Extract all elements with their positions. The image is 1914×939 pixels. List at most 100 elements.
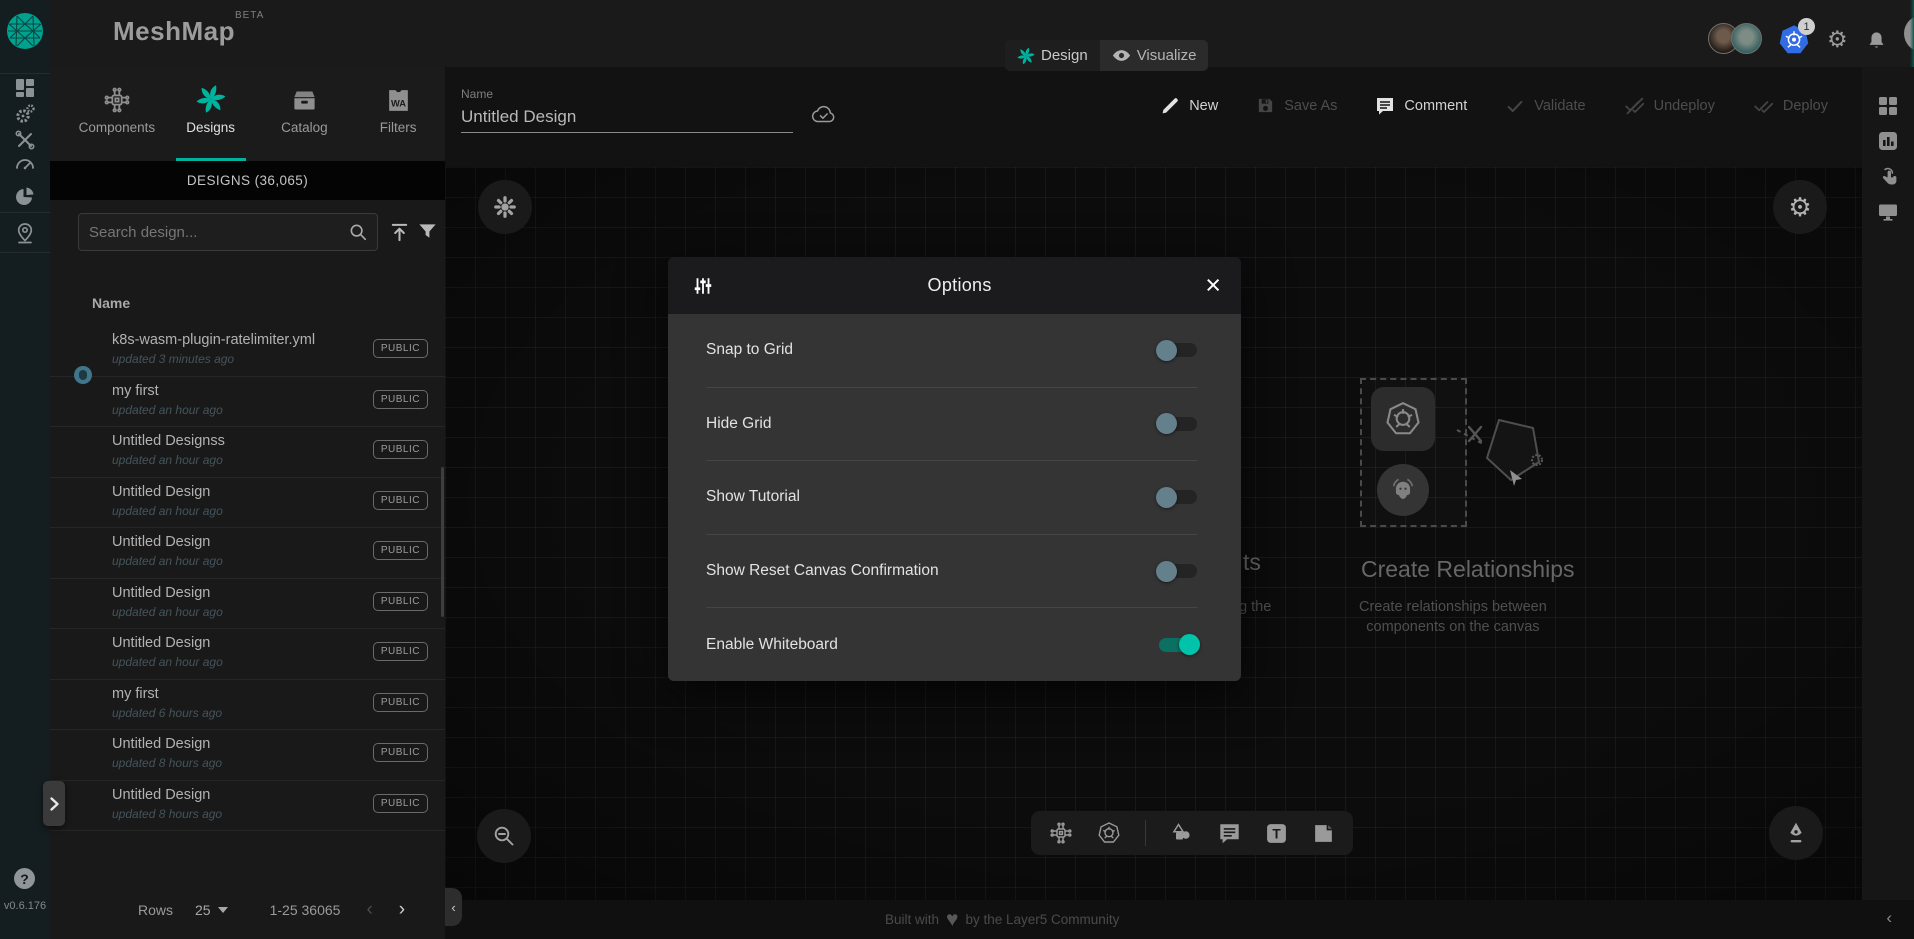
import-upload-icon[interactable] — [388, 221, 411, 244]
visibility-badge: PUBLIC — [373, 592, 428, 611]
configuration-tools-icon[interactable] — [14, 129, 36, 151]
layer5-logo-icon[interactable] — [6, 12, 44, 50]
rail-divider — [0, 252, 50, 253]
next-page-button[interactable]: › — [399, 899, 405, 921]
display-panel-icon[interactable] — [1877, 201, 1899, 223]
validate-button[interactable]: Validate — [1505, 96, 1585, 116]
notifications-bell-icon[interactable] — [1866, 30, 1887, 52]
design-row[interactable]: Untitled Designupdated an hour agoPUBLIC — [50, 629, 445, 680]
text-tool-icon[interactable]: T — [1265, 822, 1288, 845]
kubernetes-tool-icon[interactable] — [1097, 821, 1121, 845]
save-as-button[interactable]: Save As — [1256, 96, 1337, 115]
pagination-bar: Rows 25 1-25 36065 ‹ › — [50, 890, 445, 930]
tab-filters[interactable]: WA Filters — [351, 67, 445, 161]
expand-panel-chevron-button[interactable] — [43, 781, 65, 826]
filter-funnel-icon[interactable] — [417, 221, 438, 242]
touch-interaction-icon[interactable] — [1877, 166, 1899, 188]
design-name: Untitled Design — [112, 635, 210, 651]
search-box — [78, 213, 378, 251]
shapes-tool-icon[interactable] — [1170, 821, 1194, 845]
option-label: Show Reset Canvas Confirmation — [706, 562, 939, 580]
help-icon[interactable]: ? — [14, 868, 35, 889]
collaborator-avatars[interactable] — [1708, 23, 1762, 54]
visibility-badge: PUBLIC — [373, 440, 428, 459]
footer-collapse-left-chevron[interactable]: ‹ — [445, 888, 462, 926]
widgets-icon[interactable] — [1877, 95, 1899, 117]
media-tool-icon[interactable] — [1312, 822, 1335, 845]
beta-tag: BETA — [235, 10, 264, 21]
design-updated: updated an hour ago — [112, 605, 223, 619]
canvas-settings-gear-button[interactable]: ⚙ — [1773, 180, 1827, 234]
dashboard-icon[interactable] — [14, 77, 36, 99]
components-icon — [103, 84, 131, 114]
close-icon[interactable]: × — [1205, 272, 1221, 299]
deploy-button[interactable]: Deploy — [1753, 95, 1828, 116]
performance-gauge-icon[interactable] — [14, 153, 36, 175]
design-row[interactable]: Untitled Designupdated 8 hours agoPUBLIC — [50, 730, 445, 781]
search-row — [50, 200, 445, 262]
design-updated: updated 6 hours ago — [112, 706, 222, 720]
design-actions: New Save As Comment Validate Undeploy De… — [1161, 95, 1828, 116]
design-row[interactable]: Untitled Designupdated an hour agoPUBLIC — [50, 528, 445, 579]
design-updated: updated 8 hours ago — [112, 756, 222, 770]
components-tool-icon[interactable] — [1049, 821, 1073, 845]
comment-tool-icon[interactable] — [1218, 822, 1241, 845]
kubernetes-node-icon — [1371, 387, 1435, 451]
list-scrollbar[interactable] — [441, 467, 444, 617]
design-name-input[interactable] — [461, 101, 793, 133]
visibility-badge: PUBLIC — [373, 693, 428, 712]
tab-label: Designs — [186, 120, 235, 135]
design-updated: updated an hour ago — [112, 453, 223, 467]
hide-grid-toggle[interactable] — [1159, 417, 1197, 431]
search-icon[interactable] — [348, 222, 368, 242]
app-title: MeshMapBETA — [113, 16, 264, 47]
meshmap-pin-icon[interactable] — [14, 222, 36, 244]
comment-button[interactable]: Comment — [1375, 96, 1467, 116]
undeploy-button[interactable]: Undeploy — [1624, 95, 1715, 116]
footer-collapse-right-chevron[interactable]: ‹ — [1886, 908, 1892, 928]
design-updated: updated 3 minutes ago — [112, 352, 234, 366]
design-row[interactable]: my firstupdated an hour agoPUBLIC — [50, 377, 445, 428]
enable-whiteboard-toggle[interactable] — [1159, 638, 1197, 652]
design-row[interactable]: Untitled Designupdated an hour agoPUBLIC — [50, 579, 445, 630]
chart-panel-icon[interactable] — [1877, 130, 1899, 152]
mode-visualize-button[interactable]: Visualize — [1100, 40, 1209, 71]
hint-title: Create Relationships — [1361, 556, 1575, 583]
design-spiral-icon — [1017, 47, 1035, 65]
zoom-out-button[interactable] — [477, 809, 531, 863]
design-row[interactable]: k8s-wasm-plugin-ratelimiter.yml updated … — [50, 326, 445, 377]
snap-to-grid-toggle[interactable] — [1159, 343, 1197, 357]
user-avatar[interactable] — [1904, 15, 1914, 52]
tab-components[interactable]: Components — [70, 67, 164, 161]
design-name: my first — [112, 686, 159, 702]
tab-designs[interactable]: Designs — [164, 67, 258, 161]
design-row[interactable]: Untitled Designupdated an hour agoPUBLIC — [50, 478, 445, 529]
lifecycle-gears-icon[interactable] — [14, 103, 36, 125]
new-design-button[interactable]: New — [1161, 96, 1218, 115]
design-row[interactable]: Untitled Designssupdated an hour agoPUBL… — [50, 427, 445, 478]
design-row[interactable]: my first updated 6 hours ago PUBLIC — [50, 680, 445, 731]
search-input[interactable] — [79, 224, 348, 241]
visibility-badge: PUBLIC — [373, 642, 428, 661]
design-name: my first — [112, 383, 159, 399]
canvas-modules-gear-button[interactable] — [478, 180, 532, 234]
mode-design-button[interactable]: Design — [1005, 40, 1100, 71]
extensions-pie-icon[interactable] — [14, 185, 36, 207]
reset-canvas-confirmation-toggle[interactable] — [1159, 564, 1197, 578]
collaborator-avatar[interactable] — [1731, 23, 1762, 54]
option-row-enable-whiteboard: Enable Whiteboard — [706, 608, 1197, 681]
show-tutorial-toggle[interactable] — [1159, 490, 1197, 504]
catalog-drawer-icon — [291, 84, 318, 114]
rows-per-page-select[interactable]: 25 — [195, 902, 228, 918]
prev-page-button[interactable]: ‹ — [366, 899, 372, 921]
pen-tool-button[interactable] — [1769, 806, 1823, 860]
svg-text:T: T — [1272, 826, 1281, 841]
option-row-snap-to-grid: Snap to Grid — [706, 314, 1197, 388]
design-row[interactable]: Untitled Designupdated 8 hours agoPUBLIC — [50, 781, 445, 832]
tune-sliders-icon — [692, 275, 714, 297]
option-row-hide-grid: Hide Grid — [706, 388, 1197, 462]
tab-catalog[interactable]: Catalog — [258, 67, 352, 161]
design-owner-avatar — [74, 366, 92, 384]
settings-gear-icon[interactable]: ⚙ — [1827, 26, 1848, 53]
column-header-name: Name — [92, 295, 130, 311]
